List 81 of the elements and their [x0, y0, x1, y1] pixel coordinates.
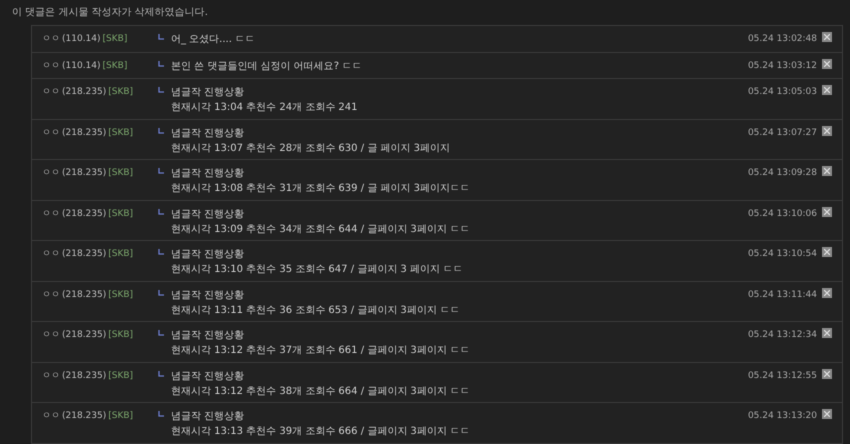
carrier-tag: [SKB] — [108, 208, 134, 240]
delete-button[interactable] — [822, 368, 832, 378]
author-name[interactable]: ㅇㅇ — [42, 208, 60, 240]
carrier-tag: [SKB] — [108, 410, 134, 442]
comment-text: 념글작 진행상황 — [171, 410, 246, 424]
comment-time: 05.24 13:02:48 — [748, 33, 817, 46]
close-icon — [824, 87, 830, 93]
delete-button[interactable] — [822, 206, 832, 216]
author-name[interactable]: ㅇㅇ — [42, 329, 60, 362]
delete-button[interactable] — [822, 126, 832, 136]
author-name[interactable]: ㅇㅇ — [42, 410, 60, 442]
comment-text: 현재시각 13:10 추천수 35 조회수 647 / 글페이지 3 페이지 ㄷㄷ — [171, 263, 464, 277]
close-icon — [824, 249, 830, 255]
carrier-tag: [SKB] — [108, 329, 134, 362]
comment-text: 현재시각 13:12 추천수 38개 조회수 664 / 글페이지 3페이지 ㄷㄷ — [171, 384, 471, 398]
comment-text: 현재시각 13:04 추천수 24개 조회수 241 — [171, 101, 359, 115]
author-name[interactable]: ㅇㅇ — [42, 248, 60, 280]
carrier-tag: [SKB] — [102, 60, 128, 78]
comment-time: 05.24 13:10:54 — [748, 248, 817, 261]
author-name[interactable]: ㅇㅇ — [42, 288, 60, 321]
comment-text: 본인 쓴 댓글들인데 심정이 어떠세요? ㄷㄷ — [171, 60, 364, 74]
comment-text: 념글작 진행상황 — [171, 86, 246, 100]
comment-time: 05.24 13:10:06 — [748, 208, 817, 220]
carrier-tag: [SKB] — [108, 86, 134, 118]
delete-button[interactable] — [822, 58, 832, 68]
comment-text: 현재시각 13:12 추천수 37개 조회수 661 / 글페이지 3페이지 ㄷㄷ — [171, 344, 471, 358]
carrier-tag: [SKB] — [108, 370, 134, 402]
author-name[interactable]: ㅇㅇ — [42, 167, 60, 200]
comment-text: 념글작 진행상황 — [171, 370, 246, 384]
author-name[interactable]: ㅇㅇ — [42, 370, 60, 402]
author-ip: (218.235) — [62, 126, 106, 140]
comment-time: 05.24 13:13:20 — [748, 410, 817, 423]
close-icon — [824, 128, 830, 134]
close-icon — [824, 208, 830, 214]
comment-text: 현재시각 13:08 추천수 31개 조회수 639 / 글 페이지 3페이지ㄷㄷ — [171, 182, 471, 196]
comment-text: 현재시각 13:13 추천수 39개 조회수 666 / 글페이지 3페이지 ㄷㄷ — [171, 425, 471, 439]
comment-text: 념글작 진행상황 — [171, 126, 246, 140]
comment-text: 어_ 오셨다.... ㄷㄷ — [171, 33, 256, 47]
close-icon — [824, 290, 830, 296]
comment-time: 05.24 13:03:12 — [748, 60, 817, 72]
author-ip: (218.235) — [62, 208, 106, 220]
comment-time: 05.24 13:05:03 — [748, 86, 817, 99]
author-name[interactable]: ㅇㅇ — [42, 60, 60, 78]
author-ip: (218.235) — [62, 329, 106, 342]
author-ip: (218.235) — [62, 248, 106, 261]
carrier-tag: [SKB] — [108, 248, 134, 280]
close-icon — [824, 370, 830, 376]
author-name[interactable]: ㅇㅇ — [42, 86, 60, 118]
comment-time: 05.24 13:11:44 — [748, 288, 817, 302]
comment-text: 념글작 진행상황 — [171, 167, 246, 181]
comment-text: 현재시각 13:07 추천수 28개 조회수 630 / 글 페이지 3페이지 — [171, 142, 451, 156]
comment-text: 념글작 진행상황 — [171, 329, 246, 343]
close-icon — [824, 330, 830, 336]
author-ip: (218.235) — [62, 370, 106, 382]
comment-time: 05.24 13:12:55 — [748, 370, 817, 382]
comment-time: 05.24 13:12:34 — [748, 329, 817, 342]
comment-text: 념글작 진행상황 — [171, 248, 246, 262]
author-ip: (218.235) — [62, 410, 106, 423]
close-icon — [824, 411, 830, 417]
author-ip: (218.235) — [62, 86, 106, 99]
author-name[interactable]: ㅇㅇ — [42, 33, 60, 52]
comment-text: 념글작 진행상황 — [171, 288, 246, 302]
author-ip: (218.235) — [62, 167, 106, 180]
author-ip: (110.14) — [62, 33, 101, 46]
carrier-tag: [SKB] — [108, 288, 134, 321]
comment-text: 념글작 진행상황 — [171, 208, 246, 222]
close-icon — [824, 60, 830, 66]
carrier-tag: [SKB] — [108, 126, 134, 159]
comment-text: 현재시각 13:09 추천수 34개 조회수 644 / 글페이지 3페이지 ㄷㄷ — [171, 222, 471, 236]
author-ip: (218.235) — [62, 288, 106, 302]
comment-time: 05.24 13:07:27 — [748, 126, 817, 140]
delete-button[interactable] — [822, 288, 832, 298]
close-icon — [824, 168, 830, 174]
author-name[interactable]: ㅇㅇ — [42, 126, 60, 159]
close-icon — [824, 34, 830, 40]
deleted-notice: 이 댓글은 게시물 작성자가 삭제하였습니다. — [12, 7, 208, 18]
carrier-tag: [SKB] — [102, 33, 128, 52]
comment-text: 현재시각 13:11 추천수 36 조회수 653 / 글페이지 3페이지 ㄷㄷ — [171, 304, 461, 318]
author-ip: (110.14) — [62, 60, 101, 72]
comment-time: 05.24 13:09:28 — [748, 167, 817, 180]
carrier-tag: [SKB] — [108, 167, 134, 200]
